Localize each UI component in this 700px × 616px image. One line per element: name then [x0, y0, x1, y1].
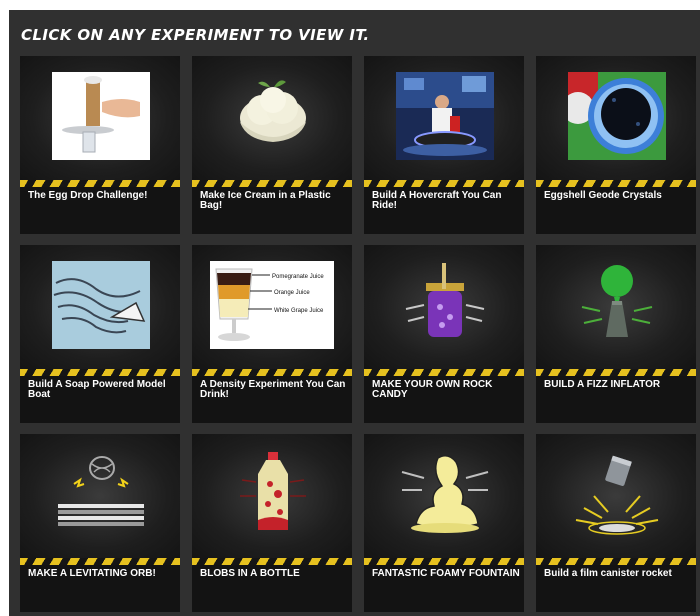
hazard-stripe [20, 369, 180, 376]
ice-cream-bowl-photo[interactable] [224, 72, 322, 160]
hazard-stripe [536, 558, 696, 565]
experiment-card-levitating-orb[interactable]: MAKE A LEVITATING ORB! [20, 434, 180, 612]
svg-text:White Grape Juice: White Grape Juice [274, 308, 324, 314]
foam-fountain-icon[interactable] [396, 450, 494, 538]
egg-drop-photo[interactable] [52, 72, 150, 160]
experiment-title[interactable]: Eggshell Geode Crystals [544, 191, 692, 201]
card-thumbnail-area [20, 245, 180, 369]
card-thumbnail-area: Pomegranate Juice Orange Juice White Gra… [192, 245, 352, 369]
experiment-title[interactable]: MAKE YOUR OWN ROCK CANDY [372, 380, 520, 400]
card-thumbnail-area [364, 245, 524, 369]
film-canister-rocket-icon[interactable] [568, 450, 666, 538]
experiment-title[interactable]: A Density Experiment You Can Drink! [200, 380, 348, 400]
card-thumbnail-area [536, 434, 696, 558]
density-drink-photo[interactable]: Pomegranate Juice Orange Juice White Gra… [210, 261, 334, 349]
hazard-stripe [20, 180, 180, 187]
experiment-title[interactable]: BLOBS IN A BOTTLE [200, 569, 348, 579]
card-thumbnail-area [536, 245, 696, 369]
card-thumbnail-area [192, 56, 352, 180]
experiment-title[interactable]: Build A Soap Powered Model Boat [28, 380, 176, 400]
svg-text:Orange Juice: Orange Juice [274, 290, 310, 296]
experiment-card-geode[interactable]: Eggshell Geode Crystals [536, 56, 696, 234]
hazard-stripe [536, 180, 696, 187]
experiment-title[interactable]: The Egg Drop Challenge! [28, 191, 176, 201]
hazard-stripe [364, 180, 524, 187]
card-thumbnail-area [364, 434, 524, 558]
hazard-stripe [192, 180, 352, 187]
lava-bottle-icon[interactable] [224, 450, 322, 538]
experiment-card-rock-candy[interactable]: MAKE YOUR OWN ROCK CANDY [364, 245, 524, 423]
experiment-card-film-canister-rocket[interactable]: Build a film canister rocket [536, 434, 696, 612]
page-title: CLICK ON ANY EXPERIMENT TO VIEW IT. [21, 26, 370, 44]
experiment-title[interactable]: BUILD A FIZZ INFLATOR [544, 380, 692, 390]
card-thumbnail-area [192, 434, 352, 558]
experiment-card-density-drink[interactable]: Pomegranate Juice Orange Juice White Gra… [192, 245, 352, 423]
experiment-card-fizz-inflator[interactable]: BUILD A FIZZ INFLATOR [536, 245, 696, 423]
experiment-title[interactable]: FANTASTIC FOAMY FOUNTAIN [372, 569, 520, 579]
card-thumbnail-area [20, 56, 180, 180]
hazard-stripe [192, 558, 352, 565]
svg-text:Pomegranate Juice: Pomegranate Juice [272, 274, 324, 280]
experiment-title[interactable]: MAKE A LEVITATING ORB! [28, 569, 176, 579]
rock-candy-jar-icon[interactable] [396, 261, 494, 349]
levitating-orb-icon[interactable] [52, 450, 150, 538]
experiment-card-foamy-fountain[interactable]: FANTASTIC FOAMY FOUNTAIN [364, 434, 524, 612]
experiment-title[interactable]: Build a film canister rocket [544, 569, 692, 579]
soap-boat-illustration[interactable] [52, 261, 150, 349]
experiment-card-blobs-bottle[interactable]: BLOBS IN A BOTTLE [192, 434, 352, 612]
experiment-title[interactable]: Build A Hovercraft You Can Ride! [372, 191, 520, 211]
experiment-card-ice-cream[interactable]: Make Ice Cream in a Plastic Bag! [192, 56, 352, 234]
experiment-card-soap-boat[interactable]: Build A Soap Powered Model Boat [20, 245, 180, 423]
card-thumbnail-area [536, 56, 696, 180]
hovercraft-photo[interactable] [396, 72, 494, 160]
hazard-stripe [20, 558, 180, 565]
experiments-page: CLICK ON ANY EXPERIMENT TO VIEW IT. The [9, 10, 700, 616]
fizz-inflator-balloon-icon[interactable] [568, 261, 666, 349]
hazard-stripe [536, 369, 696, 376]
hazard-stripe [192, 369, 352, 376]
hazard-stripe [364, 369, 524, 376]
experiment-title[interactable]: Make Ice Cream in a Plastic Bag! [200, 191, 348, 211]
hazard-stripe [364, 558, 524, 565]
geode-crystals-photo[interactable] [568, 72, 666, 160]
experiment-card-hovercraft[interactable]: Build A Hovercraft You Can Ride! [364, 56, 524, 234]
card-thumbnail-area [364, 56, 524, 180]
card-thumbnail-area [20, 434, 180, 558]
experiment-card-egg-drop[interactable]: The Egg Drop Challenge! [20, 56, 180, 234]
